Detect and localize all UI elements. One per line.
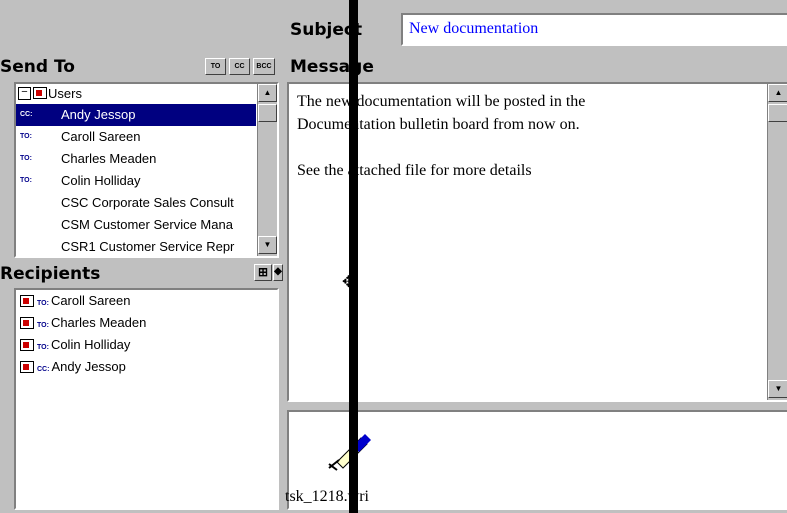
splitter-bar[interactable] xyxy=(349,0,358,513)
diamond-icon[interactable]: ◆ xyxy=(273,264,283,281)
message-body[interactable]: The new documentation will be posted in … xyxy=(287,82,787,402)
recipients-title: Recipients xyxy=(0,264,101,284)
recipients-list[interactable]: TO: Caroll Sareen TO: Charles Meaden TO: Co… xyxy=(14,288,279,510)
recipient-type-tag: TO: xyxy=(20,177,32,184)
recipient-name: Colin Holliday xyxy=(50,337,131,352)
scroll-thumb[interactable] xyxy=(768,104,787,122)
contact-card-icon xyxy=(20,339,34,351)
scroll-up-button[interactable]: ▲ xyxy=(258,84,277,102)
contact-card-icon xyxy=(20,361,34,373)
list-item[interactable]: TO: Caroll Sareen xyxy=(16,126,256,148)
resize-cursor-icon: ✥ xyxy=(342,274,356,291)
message-line xyxy=(297,136,585,159)
contact-name: CSR1 Customer Service Repr xyxy=(61,239,235,254)
list-item[interactable]: CSM Customer Service Mana xyxy=(16,214,256,236)
recipient-type-tag: TO: xyxy=(37,300,49,307)
recipient-type-tag: CC: xyxy=(20,111,33,118)
add-recipient-button[interactable]: ⊞ xyxy=(254,264,272,281)
contact-name: CSC Corporate Sales Consult xyxy=(61,195,234,210)
recipient-name: Andy Jessop xyxy=(51,359,126,374)
group-row-users[interactable]: − Users xyxy=(16,84,256,104)
group-label: Users xyxy=(48,86,82,101)
list-item[interactable]: TO: Colin Holliday xyxy=(16,170,256,192)
send-to-title: Send To xyxy=(0,57,75,77)
recipient-type-tag: TO: xyxy=(37,344,49,351)
message-line: See the attached file for more details xyxy=(297,162,532,179)
recipient-type-tag: CC: xyxy=(37,366,50,373)
send-to-list[interactable]: − Users CC: Andy Jessop TO: Caroll Saree… xyxy=(14,82,279,258)
recipient-type-tag: TO: xyxy=(20,155,32,162)
recipient-name: Caroll Sareen xyxy=(50,293,131,308)
contact-name: Colin Holliday xyxy=(61,173,141,188)
recipient-type-tag: TO: xyxy=(37,322,49,329)
scroll-thumb[interactable] xyxy=(258,104,277,122)
contact-name: Caroll Sareen xyxy=(61,129,141,144)
contact-name: Andy Jessop xyxy=(61,107,136,122)
cc-button[interactable]: CC xyxy=(229,58,250,75)
subject-field[interactable]: New documentation xyxy=(401,13,787,46)
scroll-down-button[interactable]: ▼ xyxy=(768,380,787,398)
recipient-type-tag: TO: xyxy=(20,133,32,140)
list-item[interactable]: CSR1 Customer Service Repr xyxy=(16,236,256,256)
message-title: Message xyxy=(290,57,374,77)
contact-name: CSM Customer Service Mana xyxy=(61,217,233,232)
to-button[interactable]: TO xyxy=(205,58,226,75)
bcc-button[interactable]: BCC xyxy=(253,58,275,75)
message-line: Documentation bulletin board from now on… xyxy=(297,116,580,133)
message-scrollbar[interactable]: ▲ ▼ xyxy=(767,84,787,400)
recipient-item[interactable]: TO: Caroll Sareen xyxy=(20,290,130,312)
collapse-icon[interactable]: − xyxy=(18,87,31,100)
recipient-item[interactable]: CC: Andy Jessop xyxy=(20,356,126,378)
message-line: The new documentation will be posted in … xyxy=(297,93,586,110)
scroll-down-button[interactable]: ▼ xyxy=(258,236,277,254)
contact-card-icon xyxy=(20,295,34,307)
recipient-item[interactable]: TO: Charles Meaden xyxy=(20,312,146,334)
list-item[interactable]: CC: Andy Jessop xyxy=(16,104,256,126)
send-to-scrollbar[interactable]: ▲ ▼ xyxy=(257,84,277,256)
attachment-panel[interactable]: tsk_1218.wri xyxy=(285,410,787,510)
recipient-name: Charles Meaden xyxy=(50,315,147,330)
recipient-item[interactable]: TO: Colin Holliday xyxy=(20,334,130,356)
scroll-up-button[interactable]: ▲ xyxy=(768,84,787,102)
list-item[interactable]: TO: Charles Meaden xyxy=(16,148,256,170)
contact-name: Charles Meaden xyxy=(61,151,157,166)
contact-card-icon xyxy=(20,317,34,329)
group-icon xyxy=(33,87,47,99)
list-item[interactable]: CSC Corporate Sales Consult xyxy=(16,192,256,214)
